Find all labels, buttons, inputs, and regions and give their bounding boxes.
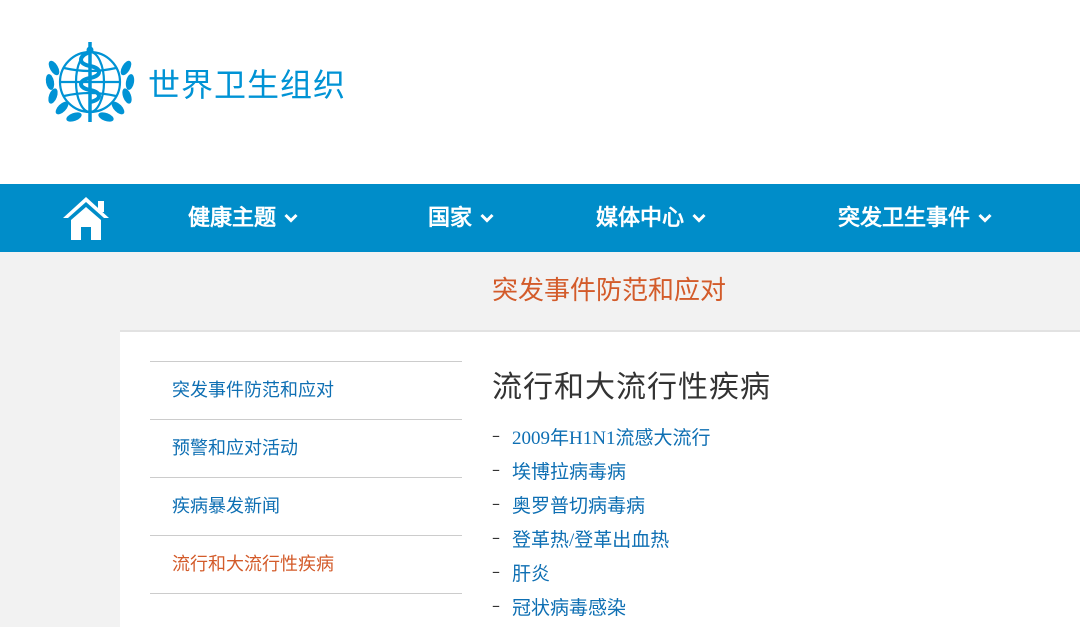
chevron-down-icon: [284, 213, 298, 223]
logo-text: 世界卫生组织: [148, 66, 347, 104]
list-item: – 奥罗普切病毒病: [492, 492, 710, 526]
home-icon: [63, 197, 109, 240]
dash-bullet: –: [492, 596, 500, 615]
nav-home-button[interactable]: [60, 193, 112, 243]
logo-link[interactable]: 世界卫生组织: [40, 38, 345, 130]
dash-bullet: –: [492, 494, 500, 513]
nav-item-media-centre[interactable]: 媒体中心: [596, 184, 706, 252]
dash-bullet: –: [492, 426, 500, 445]
chevron-down-icon: [978, 213, 992, 223]
chevron-down-icon: [480, 213, 494, 223]
dash-bullet: –: [492, 528, 500, 547]
left-rail: [0, 252, 120, 627]
chevron-down-icon: [692, 213, 706, 223]
dash-bullet: –: [492, 460, 500, 479]
nav-item-label: 国家: [428, 205, 473, 230]
site-header: 世界卫生组织: [0, 0, 1080, 184]
nav-item-emergencies[interactable]: 突发卫生事件: [838, 184, 992, 252]
list-item: – 登革热/登革出血热: [492, 526, 710, 560]
section-banner: 突发事件防范和应对: [120, 252, 1080, 332]
list-item: – 埃博拉病毒病: [492, 458, 710, 492]
list-item: – 肝炎: [492, 560, 710, 594]
list-item: –2009年H1N1流感大流行: [492, 424, 710, 458]
side-nav-item-preparedness[interactable]: 突发事件防范和应对: [150, 361, 462, 419]
disease-link[interactable]: 埃博拉病毒病: [512, 462, 626, 483]
disease-link[interactable]: 登革热/登革出血热: [512, 530, 669, 551]
page-title: 流行和大流行性疾病: [492, 371, 771, 404]
main-nav: 健康主题 国家 媒体中心 突发卫生事件: [0, 184, 1080, 252]
nav-item-countries[interactable]: 国家: [428, 184, 494, 252]
nav-item-label: 媒体中心: [596, 205, 685, 230]
list-item: – 冠状病毒感染: [492, 594, 710, 628]
section-title: 突发事件防范和应对: [492, 276, 727, 305]
nav-item-label: 突发卫生事件: [838, 205, 971, 230]
side-nav-item-outbreak-news[interactable]: 疾病暴发新闻: [150, 477, 462, 535]
nav-item-label: 健康主题: [188, 205, 277, 230]
side-nav-item-pandemic-diseases[interactable]: 流行和大流行性疾病: [150, 535, 462, 594]
side-nav-item-alert-response[interactable]: 预警和应对活动: [150, 419, 462, 477]
disease-link[interactable]: 奥罗普切病毒病: [512, 496, 645, 517]
disease-link[interactable]: 冠状病毒感染: [512, 598, 626, 619]
disease-link[interactable]: 肝炎: [512, 564, 550, 585]
who-emblem-icon: [45, 42, 135, 122]
disease-link-list: –2009年H1N1流感大流行 – 埃博拉病毒病 – 奥罗普切病毒病 – 登革热/登革…: [492, 424, 710, 628]
side-nav: 突发事件防范和应对 预警和应对活动 疾病暴发新闻 流行和大流行性疾病: [150, 361, 462, 594]
dash-bullet: –: [492, 562, 500, 581]
disease-link[interactable]: 2009年H1N1流感大流行: [512, 428, 710, 449]
nav-item-health-topics[interactable]: 健康主题: [188, 184, 298, 252]
